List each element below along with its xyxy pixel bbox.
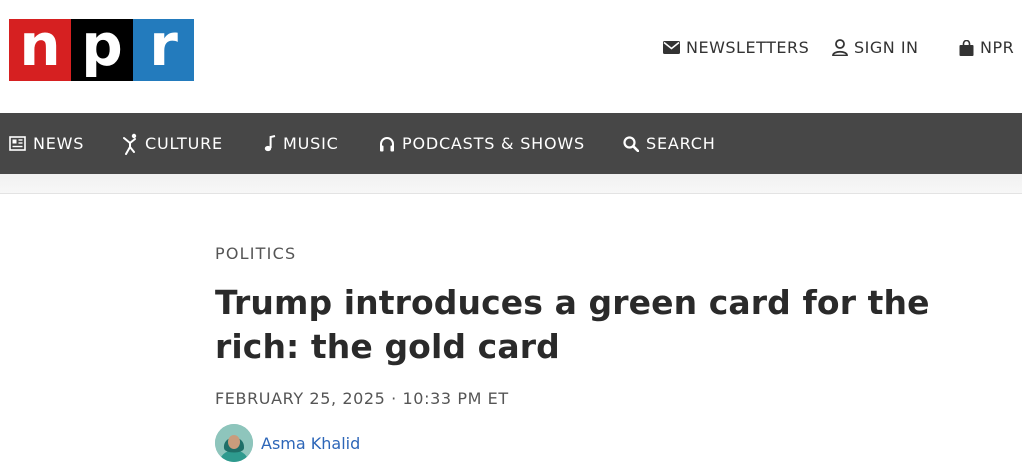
newsletters-link[interactable]: NEWSLETTERS: [663, 38, 809, 57]
dancer-icon: [123, 133, 138, 155]
logo-letter-p: p: [71, 16, 133, 81]
nav-search-label: SEARCH: [646, 134, 716, 153]
headphones-icon: [379, 136, 395, 152]
byline: Asma Khalid: [215, 424, 1022, 462]
main-navigation: NEWS CULTURE MUSIC PODCASTS & SHOWS SEAR…: [0, 113, 1022, 174]
article-slug[interactable]: POLITICS: [215, 244, 296, 263]
envelope-icon: [663, 41, 680, 54]
logo-letter-r: r: [133, 16, 194, 81]
author-avatar[interactable]: [215, 424, 253, 462]
newspaper-icon: [9, 136, 26, 151]
nav-divider: [0, 174, 1022, 194]
article-headline: Trump introduces a green card for the ri…: [215, 283, 930, 366]
sign-in-link[interactable]: SIGN IN: [832, 38, 919, 57]
nav-podcasts-label: PODCASTS & SHOWS: [402, 134, 585, 153]
npr-shop-link[interactable]: NPR: [959, 38, 1014, 57]
nav-culture[interactable]: CULTURE: [123, 113, 223, 174]
nav-news[interactable]: NEWS: [9, 113, 84, 174]
nav-culture-label: CULTURE: [145, 134, 223, 153]
author-name-link[interactable]: Asma Khalid: [261, 434, 360, 453]
logo-letter-n: n: [9, 16, 71, 81]
newsletters-label: NEWSLETTERS: [686, 38, 810, 57]
site-header: n p r NEWSLETTERS SIGN IN NPR: [0, 0, 1022, 113]
nav-music[interactable]: MUSIC: [264, 113, 339, 174]
npr-shop-label: NPR: [980, 38, 1015, 57]
article-header: POLITICS Trump introduces a green card f…: [215, 243, 1022, 462]
article-dateline: FEBRUARY 25, 2025 · 10:33 PM ET: [215, 389, 509, 408]
nav-search[interactable]: SEARCH: [623, 113, 716, 174]
music-note-icon: [264, 135, 276, 152]
shopping-bag-icon: [959, 39, 974, 56]
nav-music-label: MUSIC: [283, 134, 339, 153]
user-icon: [832, 39, 848, 56]
sign-in-label: SIGN IN: [854, 38, 919, 57]
nav-podcasts-shows[interactable]: PODCASTS & SHOWS: [379, 113, 585, 174]
nav-news-label: NEWS: [33, 134, 85, 153]
search-icon: [623, 135, 639, 152]
npr-logo[interactable]: n p r: [9, 16, 194, 81]
